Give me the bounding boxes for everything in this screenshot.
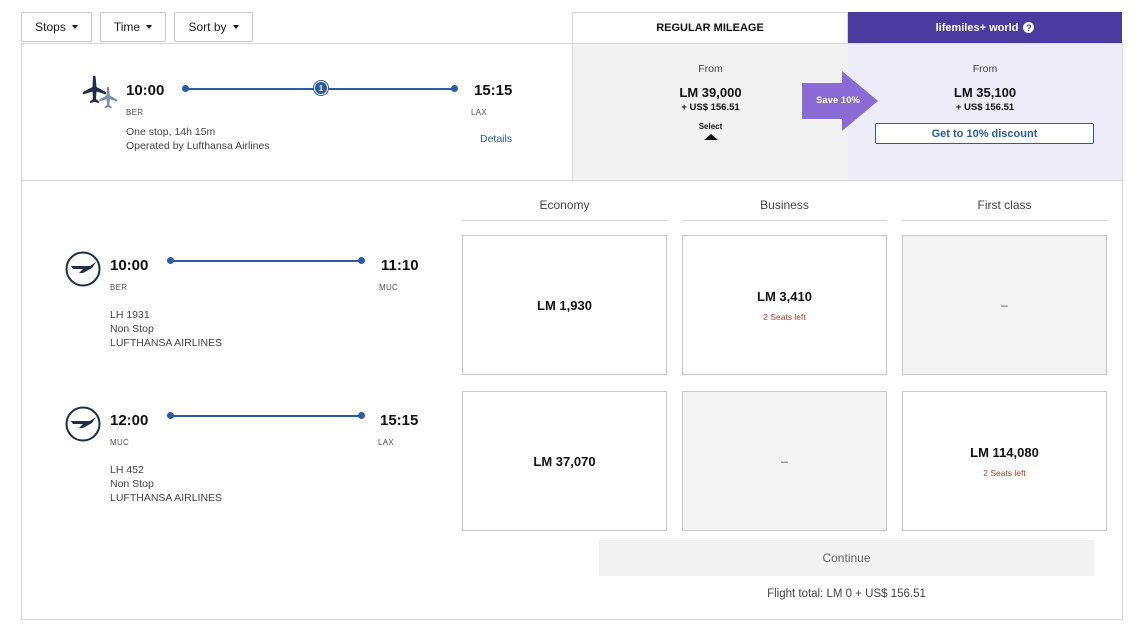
plus-lm-price: LM 35,100	[953, 85, 1017, 100]
unavailable-dash: –	[781, 454, 788, 468]
route-end-dot	[451, 85, 458, 92]
cabin-header-business: Business	[682, 189, 887, 221]
seg2-end-dot	[358, 412, 365, 419]
connecting-flights-icon	[83, 76, 117, 109]
stops-filter-label: Stops	[35, 20, 66, 34]
fare-price: LM 1,930	[537, 297, 592, 313]
fare-price: LM 114,080	[970, 444, 1039, 460]
lifemiles-plus-panel[interactable]: From LM 35,100 + US$ 156.51	[848, 44, 1122, 180]
continue-button[interactable]: Continue	[599, 540, 1094, 576]
time-filter-button[interactable]: Time	[100, 12, 166, 42]
seg2-economy-fare[interactable]: LM 37,070	[462, 391, 667, 531]
summary-depart-time: 10:00	[126, 82, 165, 99]
seg1-arrive-time: 11:10	[381, 257, 419, 274]
seg2-depart-time: 12:00	[110, 412, 149, 429]
summary-arrive-time: 15:15	[474, 82, 513, 99]
fare-price: LM 37,070	[533, 453, 596, 469]
stops-duration: One stop, 14h 15m	[126, 126, 216, 138]
stops-filter-button[interactable]: Stops	[21, 12, 92, 42]
tab-regular-mileage[interactable]: REGULAR MILEAGE	[572, 12, 848, 43]
seg1-economy-fare[interactable]: LM 1,930	[462, 235, 667, 375]
details-link[interactable]: Details	[480, 133, 512, 145]
cabin-header-economy: Economy	[462, 189, 667, 221]
chevron-down-icon	[71, 25, 78, 29]
summary-depart-code: BER	[126, 108, 144, 117]
flight-total: Flight total: LM 0 + US$ 156.51	[767, 588, 926, 600]
sort-by-label: Sort by	[188, 20, 227, 34]
chevron-down-icon	[232, 25, 239, 29]
seg1-flight-number: LH 1931	[110, 309, 150, 321]
help-icon[interactable]: ?	[1023, 22, 1035, 33]
flight-summary: 10:00 BER 1 15:15 LAX One stop, 14h 15m …	[22, 44, 573, 180]
cabin-header-first: First class	[902, 189, 1107, 221]
stop-count-badge: 1	[314, 81, 328, 95]
unavailable-dash: –	[1001, 298, 1008, 312]
tab-plus-label: lifemiles+ world	[935, 21, 1019, 34]
seats-left-label: 2 Seats left	[983, 467, 1026, 478]
summary-arrive-code: LAX	[471, 108, 488, 117]
seg2-stops: Non Stop	[110, 478, 154, 490]
tab-regular-label: REGULAR MILEAGE	[656, 22, 764, 34]
seg1-route-line	[171, 260, 361, 262]
lufthansa-logo-icon	[65, 251, 101, 287]
seg1-end-dot	[358, 257, 365, 264]
seg2-business-fare-unavailable: –	[682, 391, 887, 531]
sort-by-button[interactable]: Sort by	[174, 12, 253, 42]
seg2-arrive-code: LAX	[378, 438, 395, 447]
seg2-flight-number: LH 452	[110, 464, 144, 476]
seg2-arrive-time: 15:15	[380, 412, 419, 429]
seg1-first-fare-unavailable: –	[902, 235, 1107, 375]
fare-price: LM 3,410	[757, 288, 812, 304]
plus-usd-price: + US$ 156.51	[955, 102, 1015, 113]
get-discount-button[interactable]: Get to 10% discount	[875, 123, 1094, 144]
select-arrow-icon	[704, 134, 718, 140]
seg2-airline: LUFTHANSA AIRLINES	[110, 492, 223, 504]
seats-left-label: 2 Seats left	[763, 311, 806, 322]
tab-lifemiles-plus[interactable]: lifemiles+ world ?	[848, 12, 1122, 43]
chevron-down-icon	[146, 25, 153, 29]
seg1-stops: Non Stop	[110, 323, 154, 335]
operated-by: Operated by Lufthansa Airlines	[126, 140, 270, 152]
lufthansa-logo-icon	[65, 406, 101, 442]
flight-summary-row: 10:00 BER 1 15:15 LAX One stop, 14h 15m …	[22, 44, 1122, 181]
seg2-route-line	[171, 415, 361, 417]
flight-result-card: 10:00 BER 1 15:15 LAX One stop, 14h 15m …	[21, 43, 1123, 620]
seg2-first-fare[interactable]: LM 114,080 2 Seats left	[902, 391, 1107, 531]
plus-from-label: From	[972, 63, 998, 75]
time-filter-label: Time	[113, 20, 141, 34]
save-badge-label: Save 10%	[816, 95, 860, 106]
seg1-depart-code: BER	[110, 283, 128, 292]
seg1-depart-time: 10:00	[110, 257, 149, 274]
seg1-arrive-code: MUC	[379, 283, 399, 292]
seg2-depart-code: MUC	[110, 438, 130, 447]
seg1-business-fare[interactable]: LM 3,410 2 Seats left	[682, 235, 887, 375]
seg1-airline: LUFTHANSA AIRLINES	[110, 337, 223, 349]
